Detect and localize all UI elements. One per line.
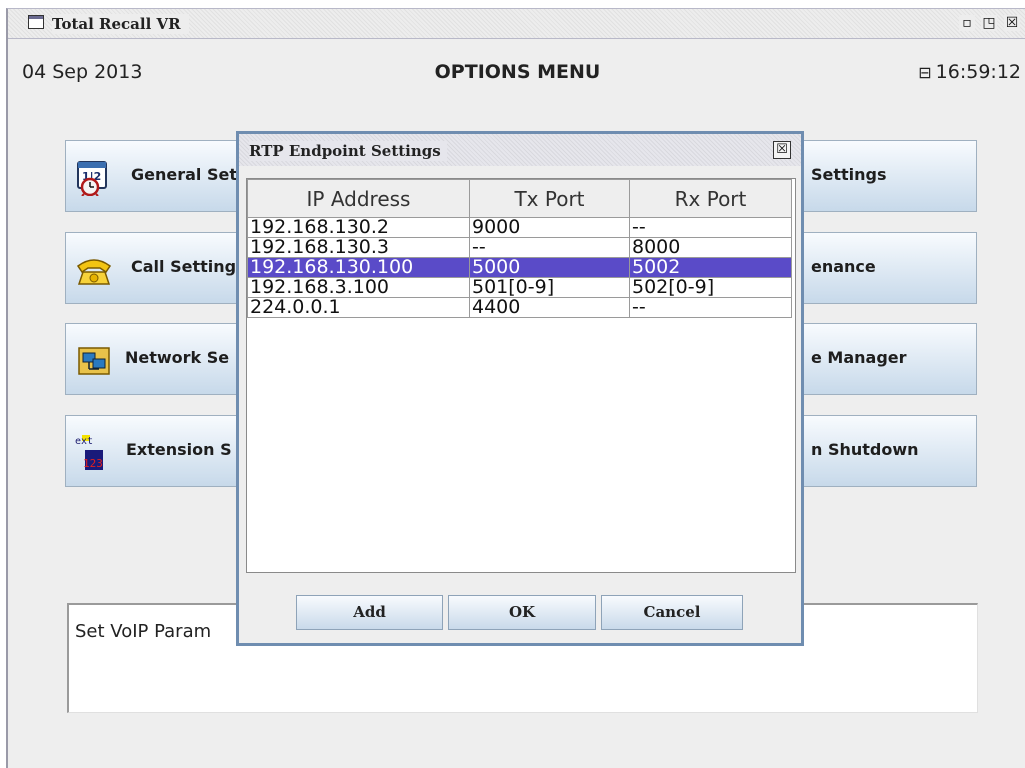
cell-rx[interactable]: 5002 [629,257,792,278]
description-text: Set VoIP Param [75,621,212,642]
extension-settings-label: Extension S [126,440,232,459]
dialog-title: RTP Endpoint Settings [249,141,447,161]
dialog-close-icon[interactable]: ☒ [773,141,791,159]
call-settings-button[interactable]: Call Setting [65,232,249,304]
svg-text:123: 123 [83,457,103,470]
table-row[interactable]: 224.0.0.1 4400 -- [247,297,792,318]
table-row-selected[interactable]: 192.168.130.100 5000 5002 [247,257,792,278]
manager-label: e Manager [811,348,907,367]
settings-label: Settings [811,165,887,184]
cell-rx[interactable]: -- [629,217,792,238]
header-time: 16:59:12 [935,61,1021,83]
table-row[interactable]: 192.168.3.100 501[0-9] 502[0-9] [247,277,792,298]
window-title: Total Recall VR [52,14,189,34]
maintenance-label: enance [811,257,876,276]
window-close-icon[interactable]: ☒ [1004,15,1020,31]
column-header-ip[interactable]: IP Address [247,179,470,218]
shutdown-button[interactable]: n Shutdown [788,415,977,487]
extension-settings-button[interactable]: ext 123 Extension S [65,415,249,487]
cell-ip[interactable]: 192.168.130.100 [247,257,470,278]
add-button[interactable]: Add [296,595,443,630]
cell-ip[interactable]: 192.168.130.2 [247,217,470,238]
header-date: 04 Sep 2013 [22,61,143,83]
column-header-tx[interactable]: Tx Port [469,179,630,218]
cell-rx[interactable]: 502[0-9] [629,277,792,298]
table-row[interactable]: 192.168.130.3 -- 8000 [247,237,792,258]
maximize-icon[interactable]: ◳ [981,15,997,31]
cell-tx[interactable]: 5000 [469,257,630,278]
lock-icon: ⊟ [918,63,932,82]
cell-tx[interactable]: -- [469,237,630,258]
svg-text:ext: ext [75,436,93,447]
cell-tx[interactable]: 501[0-9] [469,277,630,298]
ok-button[interactable]: OK [448,595,596,630]
clock-calendar-icon: 1|2 [77,161,107,196]
dialog-titlebar[interactable]: RTP Endpoint Settings ☒ [239,134,801,166]
endpoint-table: IP Address Tx Port Rx Port 192.168.130.2… [247,179,792,318]
table-row[interactable]: 192.168.130.2 9000 -- [247,217,792,238]
cell-tx[interactable]: 9000 [469,217,630,238]
cancel-button[interactable]: Cancel [601,595,743,630]
network-computers-icon [78,347,110,375]
shutdown-label: n Shutdown [811,440,919,459]
telephone-icon [76,259,112,285]
minimize-icon[interactable]: ▫ [959,15,975,31]
cell-ip[interactable]: 224.0.0.1 [247,297,470,318]
cell-rx[interactable]: 8000 [629,237,792,258]
app-window-icon [28,15,44,29]
cell-rx[interactable]: -- [629,297,792,318]
cell-ip[interactable]: 192.168.3.100 [247,277,470,298]
call-settings-label: Call Setting [131,257,237,276]
window-titlebar[interactable]: Total Recall VR ▫ ◳ ☒ [8,9,1025,39]
header-clock: ⊟ 16:59:12 [918,61,1021,83]
general-settings-label: General Set [131,165,237,184]
maintenance-button[interactable]: enance [788,232,977,304]
endpoint-table-container: IP Address Tx Port Rx Port 192.168.130.2… [246,178,796,573]
settings-button[interactable]: Settings [788,140,977,212]
cell-tx[interactable]: 4400 [469,297,630,318]
network-settings-button[interactable]: Network Se [65,323,249,395]
cell-ip[interactable]: 192.168.130.3 [247,237,470,258]
general-settings-button[interactable]: 1|2 General Set [65,140,249,212]
extension-123-icon: ext 123 [75,435,103,470]
network-settings-label: Network Se [125,348,230,367]
manager-button[interactable]: e Manager [788,323,977,395]
column-header-rx[interactable]: Rx Port [629,179,792,218]
table-header-row: IP Address Tx Port Rx Port [247,179,792,218]
page-title: OPTIONS MENU [434,61,601,83]
rtp-endpoint-dialog: RTP Endpoint Settings ☒ IP Address Tx Po… [236,131,804,646]
